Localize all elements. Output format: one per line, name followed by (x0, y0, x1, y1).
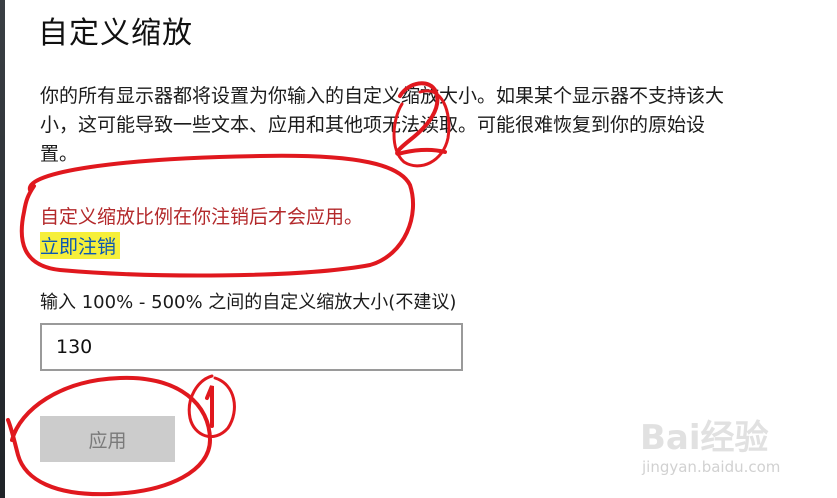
watermark-url: jingyan.baidu.com (642, 458, 781, 476)
baidu-jingyan-watermark: Bai经验 jingyan.baidu.com (640, 410, 825, 485)
annotation-circle-one (187, 374, 236, 439)
annotation-number-one (205, 385, 214, 428)
sign-out-now-link[interactable]: 立即注销 (40, 232, 121, 259)
custom-scaling-page: 自定义缩放 你的所有显示器都将设置为你输入的自定义缩放大小。如果某个显示器不支持… (0, 0, 837, 498)
signout-warning: 自定义缩放比例在你注销后才会应用。 (40, 206, 364, 228)
window-edge (0, 0, 5, 498)
scaling-description: 你的所有显示器都将设置为你输入的自定义缩放大小。如果某个显示器不支持该大小，这可… (40, 85, 725, 165)
baidu-logo: Bai经验 (640, 418, 769, 458)
custom-scale-label: 输入 100% - 500% 之间的自定义缩放大小(不建议) (40, 292, 457, 313)
apply-button[interactable]: 应用 (40, 416, 175, 462)
custom-scale-input[interactable] (40, 323, 463, 371)
page-title: 自定义缩放 (38, 16, 193, 51)
